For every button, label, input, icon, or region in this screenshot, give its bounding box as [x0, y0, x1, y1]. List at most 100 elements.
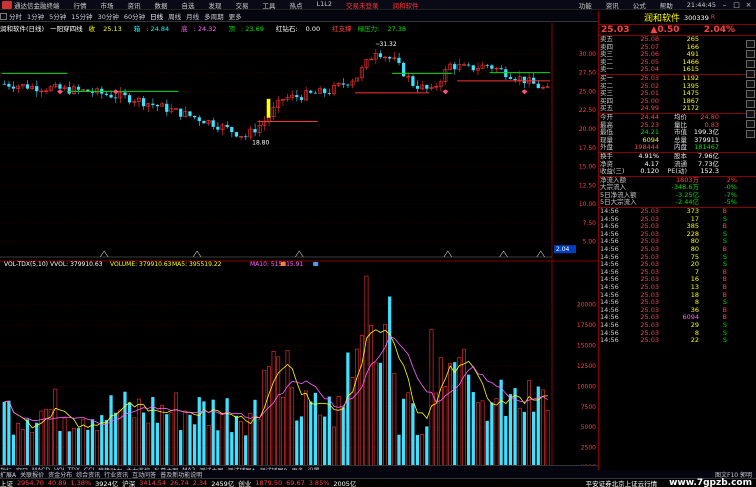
period-tab-3[interactable]: 15分钟: [71, 11, 92, 21]
tick-row-13[interactable]: 14:56 25.03 36 B: [599, 306, 756, 315]
vol-bar-35: [165, 414, 169, 468]
candle-body-66: [309, 90, 313, 93]
buy-row-4-price: 24.99: [640, 104, 659, 113]
flow-row-3-val: -2.44亿: [675, 198, 699, 207]
vol-bar-81: [378, 362, 383, 468]
vol-tick-6: 5000: [581, 424, 596, 431]
buy-row-2[interactable]: 买三 25.01 1475: [599, 90, 756, 98]
tick-list[interactable]: 14:56 25.03 373 B 14:56 25.03 17 S 14:56 25.03 385…: [599, 207, 756, 345]
period-tab-5[interactable]: 60分钟: [124, 11, 145, 21]
bottom-label: 底: [181, 25, 188, 33]
vol-bar-40: [188, 414, 192, 468]
watermark-text: www.7gpzb.com: [669, 478, 752, 487]
side-btn-5-icon[interactable]: [746, 80, 755, 88]
tick-row-7[interactable]: 14:56 25.03 20 S: [599, 261, 756, 269]
vol-bar-74: [346, 352, 350, 468]
tick-row-1[interactable]: 14:56 25.03 17 S: [599, 215, 756, 224]
period-tab-6[interactable]: 日线: [150, 11, 163, 21]
kline-chart[interactable]: 30.00 27.50 25.00 22.50 20.00 17.50 15.00 12.50…: [0, 23, 598, 475]
right-menu-item-0[interactable]: 功能: [579, 0, 592, 10]
candle-body-0: [2, 83, 6, 85]
sell-row-2[interactable]: 卖三 25.06 491: [599, 51, 756, 59]
tick-row-2[interactable]: 14:56 25.03 385 B: [599, 223, 756, 231]
period-tab-7[interactable]: 周线: [168, 11, 181, 21]
trade-stock-link[interactable]: 润和软件: [393, 0, 419, 10]
tick-row-16[interactable]: 14:56 25.03 8 S: [599, 329, 756, 338]
buy-row-3[interactable]: 买四 25.00 1867: [599, 97, 756, 106]
period-tab-1[interactable]: 1分钟: [27, 11, 44, 21]
menu-item-0[interactable]: 行情: [74, 0, 87, 10]
close-button[interactable]: ×: [744, 1, 753, 9]
price-tick-5: 17.50: [579, 145, 596, 152]
sell-row-0[interactable]: 卖五 25.08 265: [599, 35, 756, 44]
quote-panel: 润和软件 300339 R 25.03 ▲0.50 2.04% 卖五 25.08 2…: [598, 11, 756, 475]
side-btn-8-icon[interactable]: [746, 110, 755, 118]
side-btn-9-icon[interactable]: [746, 120, 755, 128]
candle-body-35: [165, 103, 169, 112]
vol-bar-97: [453, 362, 457, 468]
tick-row-11[interactable]: 14:56 25.03 18 B: [599, 291, 756, 300]
tick-row-4[interactable]: 14:56 25.03 80 S: [599, 238, 756, 246]
candle-body-43: [202, 121, 206, 124]
menu-item-2[interactable]: 资讯: [128, 0, 141, 10]
side-btn-4-icon[interactable]: [746, 70, 755, 78]
buy-row-4[interactable]: 买五 24.99 2172: [599, 105, 756, 113]
tick-row-14[interactable]: 14:56 25.03 6094 B: [599, 314, 756, 322]
tick-row-6[interactable]: 14:56 25.03 75 S: [599, 253, 756, 262]
menu-item-5[interactable]: 发现: [209, 0, 222, 10]
buy-row-1[interactable]: 买二 25.02 1395: [599, 82, 756, 91]
side-btn-10-icon[interactable]: [746, 130, 755, 138]
candle-body-19: [90, 91, 95, 93]
menu-item-7[interactable]: 工具: [263, 0, 276, 10]
side-btn-1-icon[interactable]: [746, 40, 755, 48]
tick-row-5[interactable]: 14:56 25.03 80 B: [599, 245, 756, 254]
trade-login-link[interactable]: 交易未登录: [346, 0, 379, 10]
tick-row-3[interactable]: 14:56 25.03 228 S: [599, 230, 756, 239]
stat-row-4[interactable]: 外盘 198444 内盘 181467: [599, 144, 756, 152]
vol-bar-108: [504, 415, 508, 468]
candle-body-30: [141, 98, 146, 107]
tick-row-8[interactable]: 14:56 25.03 7 B: [599, 268, 756, 277]
side-btn-3-icon[interactable]: [746, 60, 755, 68]
menu-item-1[interactable]: 市场: [101, 0, 114, 10]
buy-row-0[interactable]: 买一 25.03 1192: [599, 74, 756, 83]
sell-row-4-vol: 1615: [682, 65, 699, 74]
flow-row-3[interactable]: 5日大宗流入 -2.44亿 -5%: [599, 199, 756, 207]
right-menu-item-3[interactable]: 帮助: [660, 0, 673, 10]
period-tab-9[interactable]: 多周期: [204, 11, 224, 21]
tick-row-9[interactable]: 14:56 25.03 16 B: [599, 276, 756, 284]
right-menu-item-1[interactable]: 资讯: [606, 0, 619, 10]
side-btn-6-icon[interactable]: [746, 90, 755, 98]
tick-row-12[interactable]: 14:56 25.03 8 S: [599, 299, 756, 307]
menu-item-8[interactable]: 热点: [290, 0, 303, 10]
sell-row-3[interactable]: 卖二 25.05 1466: [599, 58, 756, 67]
side-btn-7-icon[interactable]: [746, 100, 755, 108]
maximize-button[interactable]: □: [732, 1, 741, 9]
tick-row-0[interactable]: 14:56 25.03 373 B: [599, 207, 756, 216]
period-tab-10[interactable]: 更多: [229, 11, 242, 21]
candle-body-86: [401, 62, 406, 77]
period-tab-8[interactable]: 月线: [186, 11, 199, 21]
stat2-row-2-a: 收益(三): [600, 167, 625, 176]
side-btn-2-icon[interactable]: [746, 50, 755, 58]
formula-name[interactable]: 一阳穿四线: [50, 23, 83, 33]
menu-item-6[interactable]: 交易: [236, 0, 249, 10]
tick-row-15[interactable]: 14:56 25.03 29 S: [599, 320, 756, 330]
period-tab-0[interactable]: 分时: [9, 11, 22, 21]
period-tab-4[interactable]: 30分钟: [98, 11, 119, 21]
tick-row-17[interactable]: 14:56 25.03 22 S: [599, 337, 756, 345]
tick-row-10[interactable]: 14:56 25.03 13 B: [599, 283, 756, 292]
menu-item-9[interactable]: L1L2: [317, 0, 333, 10]
minimize-button[interactable]: –: [720, 1, 729, 9]
quote-header: 润和软件 300339 R: [599, 11, 756, 25]
tick-row-15-vol: 29: [690, 320, 699, 329]
menu-item-4[interactable]: 自选: [182, 0, 195, 10]
back-icon[interactable]: [0, 12, 7, 20]
period-tab-2[interactable]: 5分钟: [49, 11, 66, 21]
right-menu-item-2[interactable]: 公式: [633, 0, 646, 10]
sell-row-1[interactable]: 卖四 25.07 166: [599, 43, 756, 52]
flow-row-3-label: 5日大宗流入: [600, 198, 637, 207]
menu-item-3[interactable]: 数据: [155, 0, 168, 10]
stat2-row-2[interactable]: 收益(三) 0.120 PE(动) 152.3: [599, 167, 756, 176]
sell-row-4[interactable]: 卖一 25.04 1615: [599, 66, 756, 74]
